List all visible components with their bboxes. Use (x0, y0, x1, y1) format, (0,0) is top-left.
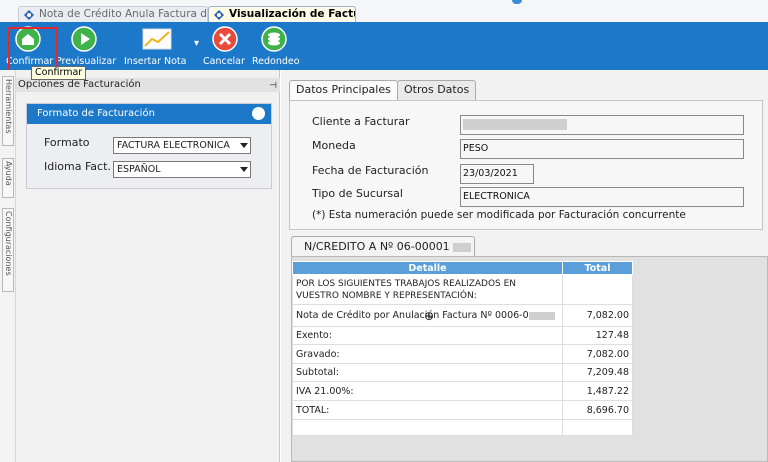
table-row: Exento: 127.48 (292, 326, 633, 345)
detail-table: Detalle Total POR LOS SIGUIENTES TRABAJO… (292, 261, 633, 436)
fecha-field[interactable]: 23/03/2021 (460, 164, 534, 184)
table-row: Gravado: 7,082.00 (292, 344, 633, 364)
button-label: Redondeo (252, 56, 300, 67)
table-row: IVA 21.00%: 1,487.22 (292, 381, 633, 401)
insertar-nota-button[interactable]: Insertar Nota (122, 24, 192, 68)
table-row: POR LOS SIGUIENTES TRABAJOS REALIZADOS E… (292, 274, 633, 305)
left-panel: Opciones de Facturación ⊣ Formato de Fac… (16, 70, 280, 462)
table-header-row: Detalle Total (292, 261, 633, 275)
chart-icon (142, 28, 172, 50)
group-header: Formato de Facturación (27, 104, 271, 124)
detalle-cell[interactable]: IVA 21.00%: (292, 381, 563, 401)
group-title: Formato de Facturación (37, 108, 155, 119)
detalle-cell[interactable]: Nota de Crédito por Anulación Factura Nº… (292, 304, 563, 327)
numeracion-note: (*) Esta numeración puede ser modificada… (312, 209, 686, 221)
document-tabs: Nota de Crédito Anula Factura de ... Vis… (0, 0, 768, 22)
nota-credito-tab[interactable]: N/CREDITO A Nº 06-00001 (291, 236, 475, 257)
table-row: TOTAL: 8,696.70 (292, 400, 633, 420)
formato-label: Formato (44, 136, 90, 149)
button-label: Cancelar (203, 56, 245, 67)
formato-select[interactable]: FACTURA ELECTRONICA (113, 137, 251, 154)
sucursal-field[interactable]: ELECTRONICA (460, 187, 744, 207)
total-cell[interactable]: 127.48 (562, 326, 633, 345)
total-cell[interactable]: 1,487.22 (562, 381, 633, 401)
redacted-value (453, 242, 472, 252)
document-icon (214, 10, 224, 20)
detail-panel: Detalle Total POR LOS SIGUIENTES TRABAJO… (291, 256, 768, 462)
cancelar-button[interactable]: Cancelar (203, 24, 247, 68)
tab-otros-datos[interactable]: Otros Datos (397, 80, 477, 100)
play-icon (71, 26, 97, 52)
detalle-cell[interactable]: Subtotal: (292, 363, 563, 382)
main-area: Datos Principales Otros Datos Cliente a … (281, 70, 768, 462)
total-cell[interactable]: 7,209.48 (562, 363, 633, 382)
table-row: Subtotal: 7,209.48 (292, 363, 633, 382)
tab-visualizacion[interactable]: Visualización de Factura (208, 6, 356, 22)
previsualizar-button[interactable]: Previsualizar (52, 24, 116, 68)
total-cell[interactable]: 7,082.00 (562, 304, 633, 327)
tab-datos-principales[interactable]: Datos Principales (289, 80, 398, 101)
document-icon (24, 10, 34, 20)
cliente-field[interactable] (460, 115, 744, 135)
table-row: Nota de Crédito por Anulación Factura Nº… (292, 304, 633, 327)
detalle-cell[interactable]: Exento: (292, 326, 563, 345)
fecha-label: Fecha de Facturación (312, 164, 429, 177)
collapse-icon[interactable] (252, 107, 265, 120)
total-cell[interactable] (562, 274, 633, 305)
insertar-nota-dropdown[interactable]: ▾ (192, 24, 202, 68)
detalle-header[interactable]: Detalle (292, 261, 563, 275)
table-row (292, 419, 633, 436)
redacted-value (463, 119, 567, 130)
panel-title: Opciones de Facturación (18, 79, 141, 90)
cliente-label: Cliente a Facturar (312, 115, 410, 128)
indicator-dot (512, 0, 522, 4)
moneda-field[interactable]: PESO (460, 139, 744, 159)
idioma-label: Idioma Fact. (44, 160, 111, 173)
tab-label: Visualización de Factura (229, 8, 355, 20)
moneda-label: Moneda (312, 139, 356, 152)
chevron-down-icon: ▾ (194, 38, 200, 49)
tab-nota-credito[interactable]: Nota de Crédito Anula Factura de ... (18, 6, 208, 22)
button-label: Insertar Nota (124, 56, 187, 67)
chevron-down-icon (240, 167, 248, 172)
side-tabs: Herramientas Ayuda Configuraciones (0, 70, 16, 462)
pin-icon[interactable]: ⊣ (269, 79, 277, 93)
chevron-down-icon (240, 143, 248, 148)
close-icon (212, 26, 238, 52)
formato-group: Formato de Facturación Formato FACTURA E… (26, 103, 272, 189)
detalle-cell[interactable]: Gravado: (292, 344, 563, 364)
redacted-value (528, 311, 555, 320)
sucursal-label: Tipo de Sucursal (312, 187, 403, 200)
tab-label: Nota de Crédito Anula Factura de ... (39, 8, 207, 20)
total-cell[interactable]: 8,696.70 (562, 400, 633, 420)
toolbar: Confirmar Previsualizar Insertar Nota ▾ … (0, 22, 768, 70)
detalle-cell[interactable]: TOTAL: (292, 400, 563, 420)
detalle-cell[interactable] (292, 419, 563, 436)
redondeo-button[interactable]: Redondeo (250, 24, 300, 68)
side-tab-ayuda[interactable]: Ayuda (2, 158, 14, 198)
formato-value: FACTURA ELECTRONICA (117, 140, 230, 151)
tooltip: Confirmar (31, 66, 87, 80)
total-cell[interactable] (562, 419, 633, 436)
detalle-cell[interactable]: POR LOS SIGUIENTES TRABAJOS REALIZADOS E… (292, 274, 563, 305)
panel-header: Opciones de Facturación ⊣ (16, 78, 280, 92)
zoom-cursor-icon: ⊕ (424, 309, 435, 323)
total-cell[interactable]: 7,082.00 (562, 344, 633, 364)
total-header[interactable]: Total (562, 261, 633, 275)
idioma-select[interactable]: ESPAÑOL (113, 161, 251, 178)
side-tab-configuraciones[interactable]: Configuraciones (2, 208, 14, 292)
idioma-value: ESPAÑOL (117, 164, 161, 175)
datos-principales-panel: Cliente a Facturar Moneda PESO Fecha de … (289, 100, 763, 230)
side-tab-herramientas[interactable]: Herramientas (2, 76, 14, 146)
stack-icon (261, 26, 287, 52)
nc-tab-label: N/CREDITO A Nº 06-00001 (304, 240, 450, 253)
